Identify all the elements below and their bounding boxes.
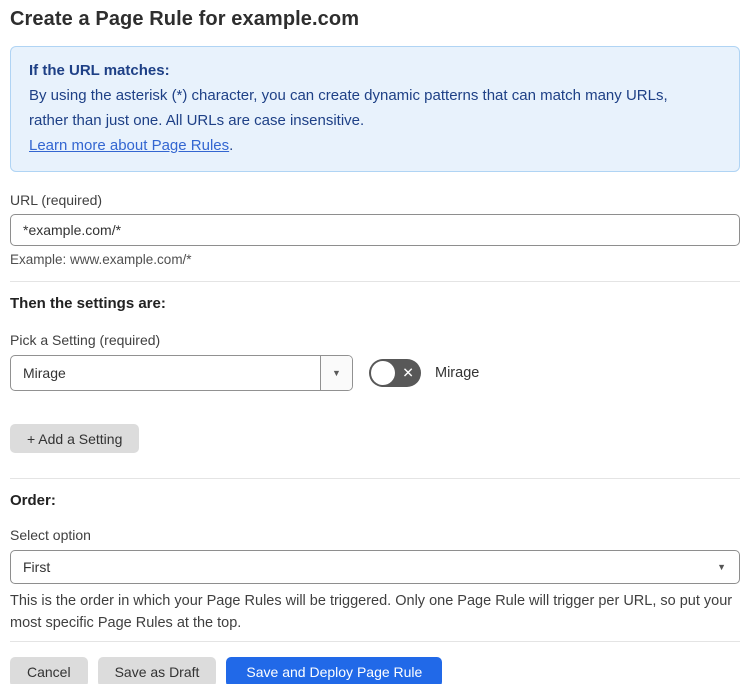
- order-section-heading: Order:: [10, 492, 56, 509]
- footer-actions: Cancel Save as Draft Save and Deploy Pag…: [10, 657, 740, 684]
- link-suffix: .: [229, 137, 234, 154]
- info-box-heading: If the URL matches:: [29, 62, 170, 79]
- setting-picker-label: Pick a Setting (required): [10, 332, 161, 348]
- divider: [10, 281, 740, 282]
- url-example-helper: Example: www.example.com/*: [10, 252, 192, 267]
- page-title: Create a Page Rule for example.com: [10, 8, 360, 30]
- divider: [10, 641, 740, 642]
- setting-row: Mirage ▼ ✕ Mirage: [10, 355, 740, 391]
- order-select[interactable]: First ▼: [10, 550, 740, 584]
- cancel-button[interactable]: Cancel: [10, 657, 88, 684]
- mirage-toggle[interactable]: ✕: [369, 359, 421, 387]
- url-match-info-box: If the URL matches: By using the asteris…: [10, 46, 740, 172]
- chevron-down-icon: ▼: [717, 562, 726, 572]
- order-helper-text: This is the order in which your Page Rul…: [10, 593, 733, 631]
- divider: [10, 478, 740, 479]
- toggle-knob: [371, 361, 395, 385]
- save-and-deploy-button[interactable]: Save and Deploy Page Rule: [226, 657, 443, 684]
- learn-more-link[interactable]: Learn more about Page Rules: [29, 137, 229, 154]
- info-box-body: By using the asterisk (*) character, you…: [29, 87, 668, 129]
- add-setting-button[interactable]: + Add a Setting: [10, 424, 140, 453]
- setting-select-value[interactable]: Mirage: [11, 356, 320, 390]
- settings-section-heading: Then the settings are:: [10, 295, 166, 312]
- setting-select[interactable]: Mirage ▼: [10, 355, 353, 391]
- info-box-link-line: Learn more about Page Rules.: [29, 133, 721, 158]
- order-select-value: First: [23, 559, 51, 575]
- save-as-draft-button[interactable]: Save as Draft: [97, 657, 217, 684]
- chevron-down-icon: ▼: [332, 368, 341, 378]
- url-input[interactable]: [10, 214, 740, 246]
- url-field-label: URL (required): [10, 192, 103, 208]
- toggle-x-icon: ✕: [402, 364, 414, 381]
- setting-select-arrow-button[interactable]: ▼: [320, 356, 352, 390]
- toggle-label: Mirage: [435, 365, 480, 381]
- create-page-rule-form: Create a Page Rule for example.com If th…: [0, 0, 750, 684]
- order-select-label: Select option: [10, 527, 91, 543]
